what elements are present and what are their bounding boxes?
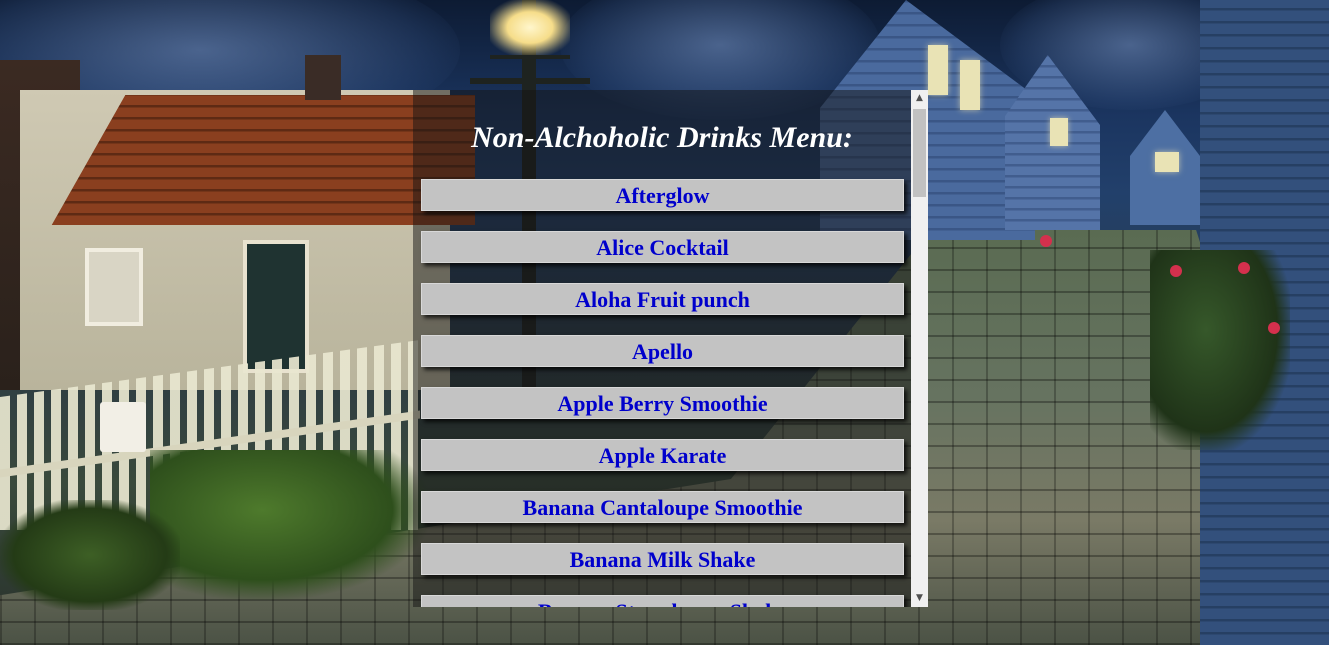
street-lamp-icon bbox=[490, 0, 570, 59]
flower bbox=[1238, 262, 1250, 274]
flower bbox=[1170, 265, 1182, 277]
lamp-arm bbox=[470, 78, 590, 84]
triangle-up-icon[interactable]: ▲ bbox=[911, 90, 928, 107]
scrollbar-thumb[interactable] bbox=[913, 109, 926, 197]
drink-button-aloha-fruit-punch[interactable]: Aloha Fruit punch bbox=[421, 283, 904, 315]
house-door bbox=[243, 240, 309, 373]
drink-button-banana-cantaloupe-smoothie[interactable]: Banana Cantaloupe Smoothie bbox=[421, 491, 904, 523]
flower bbox=[1040, 235, 1052, 247]
house-window bbox=[85, 248, 143, 326]
mailbox bbox=[100, 402, 146, 452]
vertical-scrollbar[interactable]: ▲ ▼ bbox=[911, 90, 928, 607]
drink-button-apple-karate[interactable]: Apple Karate bbox=[421, 439, 904, 471]
flower-bush bbox=[1150, 250, 1290, 450]
lit-window bbox=[1155, 152, 1179, 172]
page-title: Non-Alchoholic Drinks Menu: bbox=[471, 121, 853, 154]
drink-button-banana-milk-shake[interactable]: Banana Milk Shake bbox=[421, 543, 904, 575]
lit-window bbox=[928, 45, 948, 95]
bushes bbox=[150, 450, 430, 600]
flower bbox=[1268, 322, 1280, 334]
lit-window bbox=[960, 60, 980, 110]
drink-button-banana-strawberry-shake[interactable]: Banana Strawberry Shake bbox=[421, 595, 904, 607]
drinks-list: Afterglow Alice Cocktail Aloha Fruit pun… bbox=[421, 179, 904, 607]
menu-scroll-area[interactable]: Non-Alchoholic Drinks Menu: Afterglow Al… bbox=[413, 90, 911, 607]
drink-button-apello[interactable]: Apello bbox=[421, 335, 904, 367]
chimney bbox=[305, 55, 341, 100]
drink-button-afterglow[interactable]: Afterglow bbox=[421, 179, 904, 211]
menu-panel: Non-Alchoholic Drinks Menu: Afterglow Al… bbox=[413, 90, 928, 607]
bushes bbox=[0, 500, 180, 610]
triangle-down-icon[interactable]: ▼ bbox=[911, 590, 928, 607]
lit-window bbox=[1050, 118, 1068, 146]
drink-button-alice-cocktail[interactable]: Alice Cocktail bbox=[421, 231, 904, 263]
drink-button-apple-berry-smoothie[interactable]: Apple Berry Smoothie bbox=[421, 387, 904, 419]
